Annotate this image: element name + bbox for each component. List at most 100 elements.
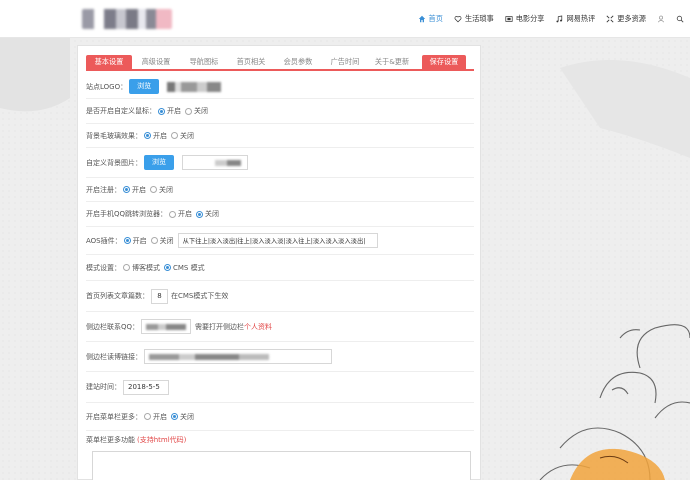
search-icon bbox=[676, 15, 684, 23]
blurred-value bbox=[187, 159, 241, 166]
nav-item-movies[interactable]: 电影分享 bbox=[505, 14, 545, 24]
radio-label: 关闭 bbox=[159, 236, 174, 245]
tab-nav-icons[interactable]: 导航图标 bbox=[180, 55, 228, 69]
logo-browse-button[interactable]: 浏览 bbox=[129, 79, 160, 94]
music-icon bbox=[556, 15, 563, 23]
cms-mode-radio[interactable]: CMS 模式 bbox=[164, 263, 205, 273]
mobile-qq-on-radio[interactable]: 开启 bbox=[169, 209, 192, 219]
radio-label: 博客模式 bbox=[132, 263, 160, 272]
nav-item-life[interactable]: 生活琐事 bbox=[454, 14, 494, 24]
radio-dot bbox=[144, 413, 151, 420]
setting-label: 建站时间： bbox=[86, 383, 121, 391]
radio-label: 开启 bbox=[132, 185, 146, 194]
setting-label: 菜单栏更多功能 bbox=[86, 436, 135, 444]
tab-ads[interactable]: 广告时间 bbox=[322, 55, 368, 69]
menu-more-off-radio[interactable]: 关闭 bbox=[171, 412, 194, 422]
aos-on-radio[interactable]: 开启 bbox=[123, 236, 147, 246]
bg-browse-button[interactable]: 浏览 bbox=[144, 155, 174, 170]
setting-menu-more: 开启菜单栏更多： 开启 关闭 bbox=[86, 403, 474, 431]
radio-dot bbox=[169, 210, 177, 218]
blog-mode-radio[interactable]: 博客模式 bbox=[123, 263, 160, 273]
radio-dot bbox=[144, 132, 151, 139]
radio-dot bbox=[164, 264, 171, 271]
radio-dot bbox=[171, 132, 178, 139]
setting-bg-blur: 背景毛玻璃效果： 开启 关闭 bbox=[86, 124, 474, 148]
logo-preview bbox=[167, 81, 222, 92]
bg-image-path-input[interactable] bbox=[182, 155, 248, 170]
register-off-radio[interactable]: 关闭 bbox=[150, 185, 173, 195]
radio-dot bbox=[123, 186, 130, 193]
setting-sidebar-link: 侧边栏读博链接： bbox=[86, 342, 474, 372]
radio-dot bbox=[171, 413, 178, 420]
save-settings-button[interactable]: 保存设置 bbox=[422, 55, 466, 69]
radio-dot bbox=[158, 107, 165, 115]
radio-dot bbox=[123, 264, 130, 271]
tab-about[interactable]: 关于&更新 bbox=[368, 55, 416, 69]
radio-label: 开启 bbox=[132, 236, 147, 245]
setting-label: 开启注册： bbox=[86, 185, 121, 194]
setting-site-date: 建站时间： 2018-5-5 bbox=[86, 372, 474, 403]
tab-home[interactable]: 首页相关 bbox=[228, 55, 274, 69]
sidebar-qq-input[interactable] bbox=[141, 319, 192, 334]
aos-off-radio[interactable]: 关闭 bbox=[150, 236, 174, 246]
radio-label: 关闭 bbox=[180, 412, 194, 421]
setting-mobile-qq: 开启手机QQ跳转浏览器： 开启 关闭 bbox=[86, 202, 474, 227]
blur-off-radio[interactable]: 关闭 bbox=[171, 131, 194, 141]
cursor-on-radio[interactable]: 开启 bbox=[158, 106, 181, 116]
register-on-radio[interactable]: 开启 bbox=[123, 185, 146, 195]
top-navbar: 首页 生活琐事 电影分享 网易热评 更多资源 bbox=[0, 0, 690, 38]
nav-item-label: 首页 bbox=[428, 14, 443, 23]
radio-label: 开启 bbox=[167, 107, 181, 115]
user-icon bbox=[657, 15, 665, 23]
radio-dot bbox=[150, 186, 157, 193]
aos-effects-input[interactable]: 从下往上|淡入淡出|往上|淡入淡入淡|淡入往上|淡入淡入淡入淡出| bbox=[177, 233, 378, 248]
tab-basic[interactable]: 基本设置 bbox=[86, 55, 132, 69]
home-count-input[interactable]: 8 bbox=[151, 288, 168, 304]
nav-item-home[interactable]: 首页 bbox=[418, 14, 443, 24]
nav-item-label: 更多资源 bbox=[617, 14, 646, 23]
tab-advanced[interactable]: 高级设置 bbox=[132, 55, 180, 69]
setting-sidebar-qq: 侧边栏联系QQ： 需要打开侧边栏 个人资料 bbox=[86, 312, 474, 342]
setting-label: 是否开启自定义鼠标： bbox=[86, 107, 156, 115]
setting-custom-bg: 自定义背景图片： 浏览 bbox=[86, 148, 474, 178]
setting-label: 侧边栏读博链接： bbox=[86, 352, 142, 361]
setting-mode: 模式设置： 博客模式 CMS 模式 bbox=[86, 255, 474, 281]
radio-dot bbox=[196, 210, 204, 218]
expand-icon bbox=[606, 15, 614, 23]
nav-item-label: 生活琐事 bbox=[464, 14, 494, 23]
user-menu[interactable] bbox=[657, 15, 665, 23]
nav-item-label: 网易热评 bbox=[566, 14, 596, 23]
home-count-note: 在CMS模式下生效 bbox=[171, 292, 229, 300]
sidebar-link-input[interactable] bbox=[144, 349, 332, 364]
site-logo[interactable] bbox=[82, 9, 172, 29]
radio-dot bbox=[150, 237, 158, 244]
radio-label: 关闭 bbox=[194, 107, 208, 115]
cursor-off-radio[interactable]: 关闭 bbox=[185, 106, 208, 116]
blurred-value bbox=[149, 353, 269, 360]
nav-item-more[interactable]: 更多资源 bbox=[606, 14, 646, 24]
setting-label: AOS插件： bbox=[86, 236, 122, 245]
site-date-input[interactable]: 2018-5-5 bbox=[123, 379, 169, 395]
setting-menu-functions: 菜单栏更多功能 (支持html代码) bbox=[86, 431, 474, 449]
mobile-qq-off-radio[interactable]: 关闭 bbox=[196, 209, 219, 219]
radio-label: 关闭 bbox=[159, 185, 173, 194]
radio-label: 开启 bbox=[178, 210, 193, 218]
profile-link[interactable]: 个人资料 bbox=[244, 322, 272, 332]
setting-custom-cursor: 是否开启自定义鼠标： 开启 关闭 bbox=[86, 99, 474, 124]
tab-members[interactable]: 会员参数 bbox=[274, 55, 322, 69]
setting-label: 开启手机QQ跳转浏览器： bbox=[86, 210, 168, 218]
nav-item-label: 电影分享 bbox=[515, 14, 545, 23]
setting-aos: AOS插件： 开启 关闭 从下往上|淡入淡出|往上|淡入淡入淡|淡入往上|淡入淡… bbox=[86, 227, 474, 255]
setting-logo: 站点LOGO： 浏览 bbox=[86, 75, 474, 99]
menu-functions-textarea[interactable] bbox=[92, 451, 471, 480]
setting-label: 首页列表文章篇数： bbox=[86, 292, 149, 300]
menu-more-on-radio[interactable]: 开启 bbox=[144, 412, 167, 422]
blurred-value bbox=[146, 323, 187, 330]
blur-on-radio[interactable]: 开启 bbox=[144, 131, 167, 141]
search-toggle[interactable] bbox=[676, 15, 684, 23]
setting-register: 开启注册： 开启 关闭 bbox=[86, 178, 474, 202]
film-icon bbox=[505, 16, 513, 22]
radio-label: 关闭 bbox=[205, 210, 220, 218]
radio-label: 关闭 bbox=[180, 131, 194, 140]
nav-item-comments[interactable]: 网易热评 bbox=[555, 14, 595, 24]
